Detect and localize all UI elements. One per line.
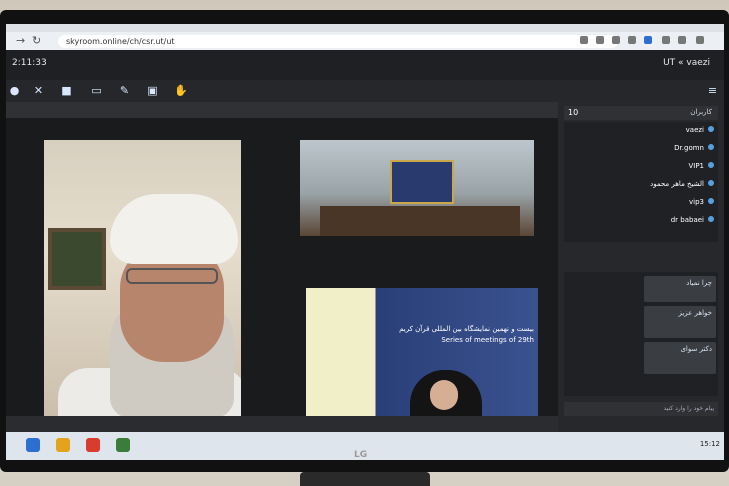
forward-icon[interactable]: → <box>16 34 25 47</box>
room-user-label: UT « vaezi <box>663 58 710 68</box>
chat-message: چرا نمیاد <box>644 276 716 302</box>
video-tile-speaker[interactable] <box>44 140 241 416</box>
tv-stand <box>300 472 430 486</box>
hamburger-icon[interactable]: ≡ <box>706 84 719 97</box>
pen-icon[interactable]: ✎ <box>118 84 131 97</box>
wall-painting <box>48 228 106 290</box>
hall-banner <box>390 160 454 204</box>
stage-footer <box>6 416 558 432</box>
raise-hand-icon[interactable]: ✋ <box>174 84 188 97</box>
url-bar[interactable]: skyroom.online/ch/csr.ut/ut <box>58 35 618 48</box>
user-row[interactable]: VIP1 <box>688 162 714 176</box>
video-tile-presenter[interactable]: بیست و نهمین نمایشگاه بین المللی قرآن کر… <box>306 288 538 430</box>
whiteboard-icon[interactable]: ▣ <box>146 84 159 97</box>
chat-input[interactable]: پیام خود را وارد کنید <box>564 402 718 416</box>
app-header: 2:11:33 UT « vaezi <box>6 50 724 80</box>
presenter-face <box>430 380 458 410</box>
user-icon <box>708 144 714 150</box>
window-icon[interactable] <box>678 36 686 44</box>
user-icon <box>708 180 714 186</box>
key-icon[interactable] <box>596 36 604 44</box>
screen-share-icon[interactable]: ▭ <box>90 84 103 97</box>
user-row[interactable]: vip3 <box>689 198 714 212</box>
app-icon[interactable] <box>116 438 130 452</box>
chat-panel: چرا نمیاد خواهر عزیز دکتر سوای <box>564 272 718 396</box>
tray-clock: 15:12 <box>699 440 720 448</box>
video-caption: بیست و نهمین نمایشگاه بین المللی قرآن کر… <box>392 324 534 346</box>
user-icon <box>708 216 714 222</box>
tv-frame: → ↻ skyroom.online/ch/csr.ut/ut 2:11:33 … <box>0 10 729 472</box>
sidebar: 10 کاربران vaezi Dr.gomn VIP1 الشیخ ماهر… <box>558 102 724 432</box>
translate-icon[interactable] <box>612 36 620 44</box>
user-row[interactable]: dr babaei <box>671 216 714 230</box>
share-icon[interactable] <box>628 36 636 44</box>
tv-brand: LG <box>354 450 368 460</box>
extension-icon[interactable] <box>662 36 670 44</box>
folder-icon[interactable] <box>56 438 70 452</box>
session-timer: 2:11:33 <box>12 58 47 68</box>
tab-strip <box>6 24 724 32</box>
user-icon <box>708 162 714 168</box>
mic-muted-icon[interactable]: ✕ <box>32 84 45 97</box>
speaker-glasses <box>126 268 218 284</box>
camera-button-icon[interactable]: ■ <box>60 84 73 97</box>
star-icon[interactable] <box>644 36 652 44</box>
chrome-icon[interactable] <box>86 438 100 452</box>
user-icon <box>708 126 714 132</box>
app-toolbar: ● ✕ ■ ▭ ✎ ▣ ✋ ≡ <box>6 80 724 102</box>
user-row[interactable]: vaezi <box>686 126 714 140</box>
user-count: 10 <box>568 108 579 117</box>
tv-screen: → ↻ skyroom.online/ch/csr.ut/ut 2:11:33 … <box>6 24 724 460</box>
globe-icon[interactable]: ● <box>8 84 21 97</box>
video-stage: بیست و نهمین نمایشگاه بین المللی قرآن کر… <box>6 102 558 432</box>
user-list: vaezi Dr.gomn VIP1 الشیخ ماهر محمود vip3… <box>564 122 718 242</box>
hall-table <box>320 206 520 236</box>
users-header: 10 کاربران <box>564 106 718 120</box>
caption-line-1: بیست و نهمین نمایشگاه بین المللی قرآن کر… <box>399 325 534 333</box>
start-icon[interactable] <box>26 438 40 452</box>
user-row[interactable]: الشیخ ماهر محمود <box>650 180 714 194</box>
chat-message: دکتر سوای <box>644 342 716 374</box>
address-row: → ↻ skyroom.online/ch/csr.ut/ut <box>6 33 724 50</box>
user-icon <box>708 198 714 204</box>
stage-header <box>6 102 558 118</box>
user-row[interactable]: Dr.gomn <box>674 144 714 158</box>
menu-icon[interactable] <box>696 36 704 44</box>
caption-line-2: Series of meetings of 29th <box>441 336 534 344</box>
speaker-turban <box>110 194 238 264</box>
chat-message: خواهر عزیز <box>644 306 716 338</box>
camera-icon[interactable] <box>580 36 588 44</box>
reload-icon[interactable]: ↻ <box>32 34 41 47</box>
video-tile-conference-hall[interactable] <box>300 140 534 236</box>
users-title: کاربران <box>690 108 712 116</box>
browser-chrome: → ↻ skyroom.online/ch/csr.ut/ut <box>6 24 724 50</box>
